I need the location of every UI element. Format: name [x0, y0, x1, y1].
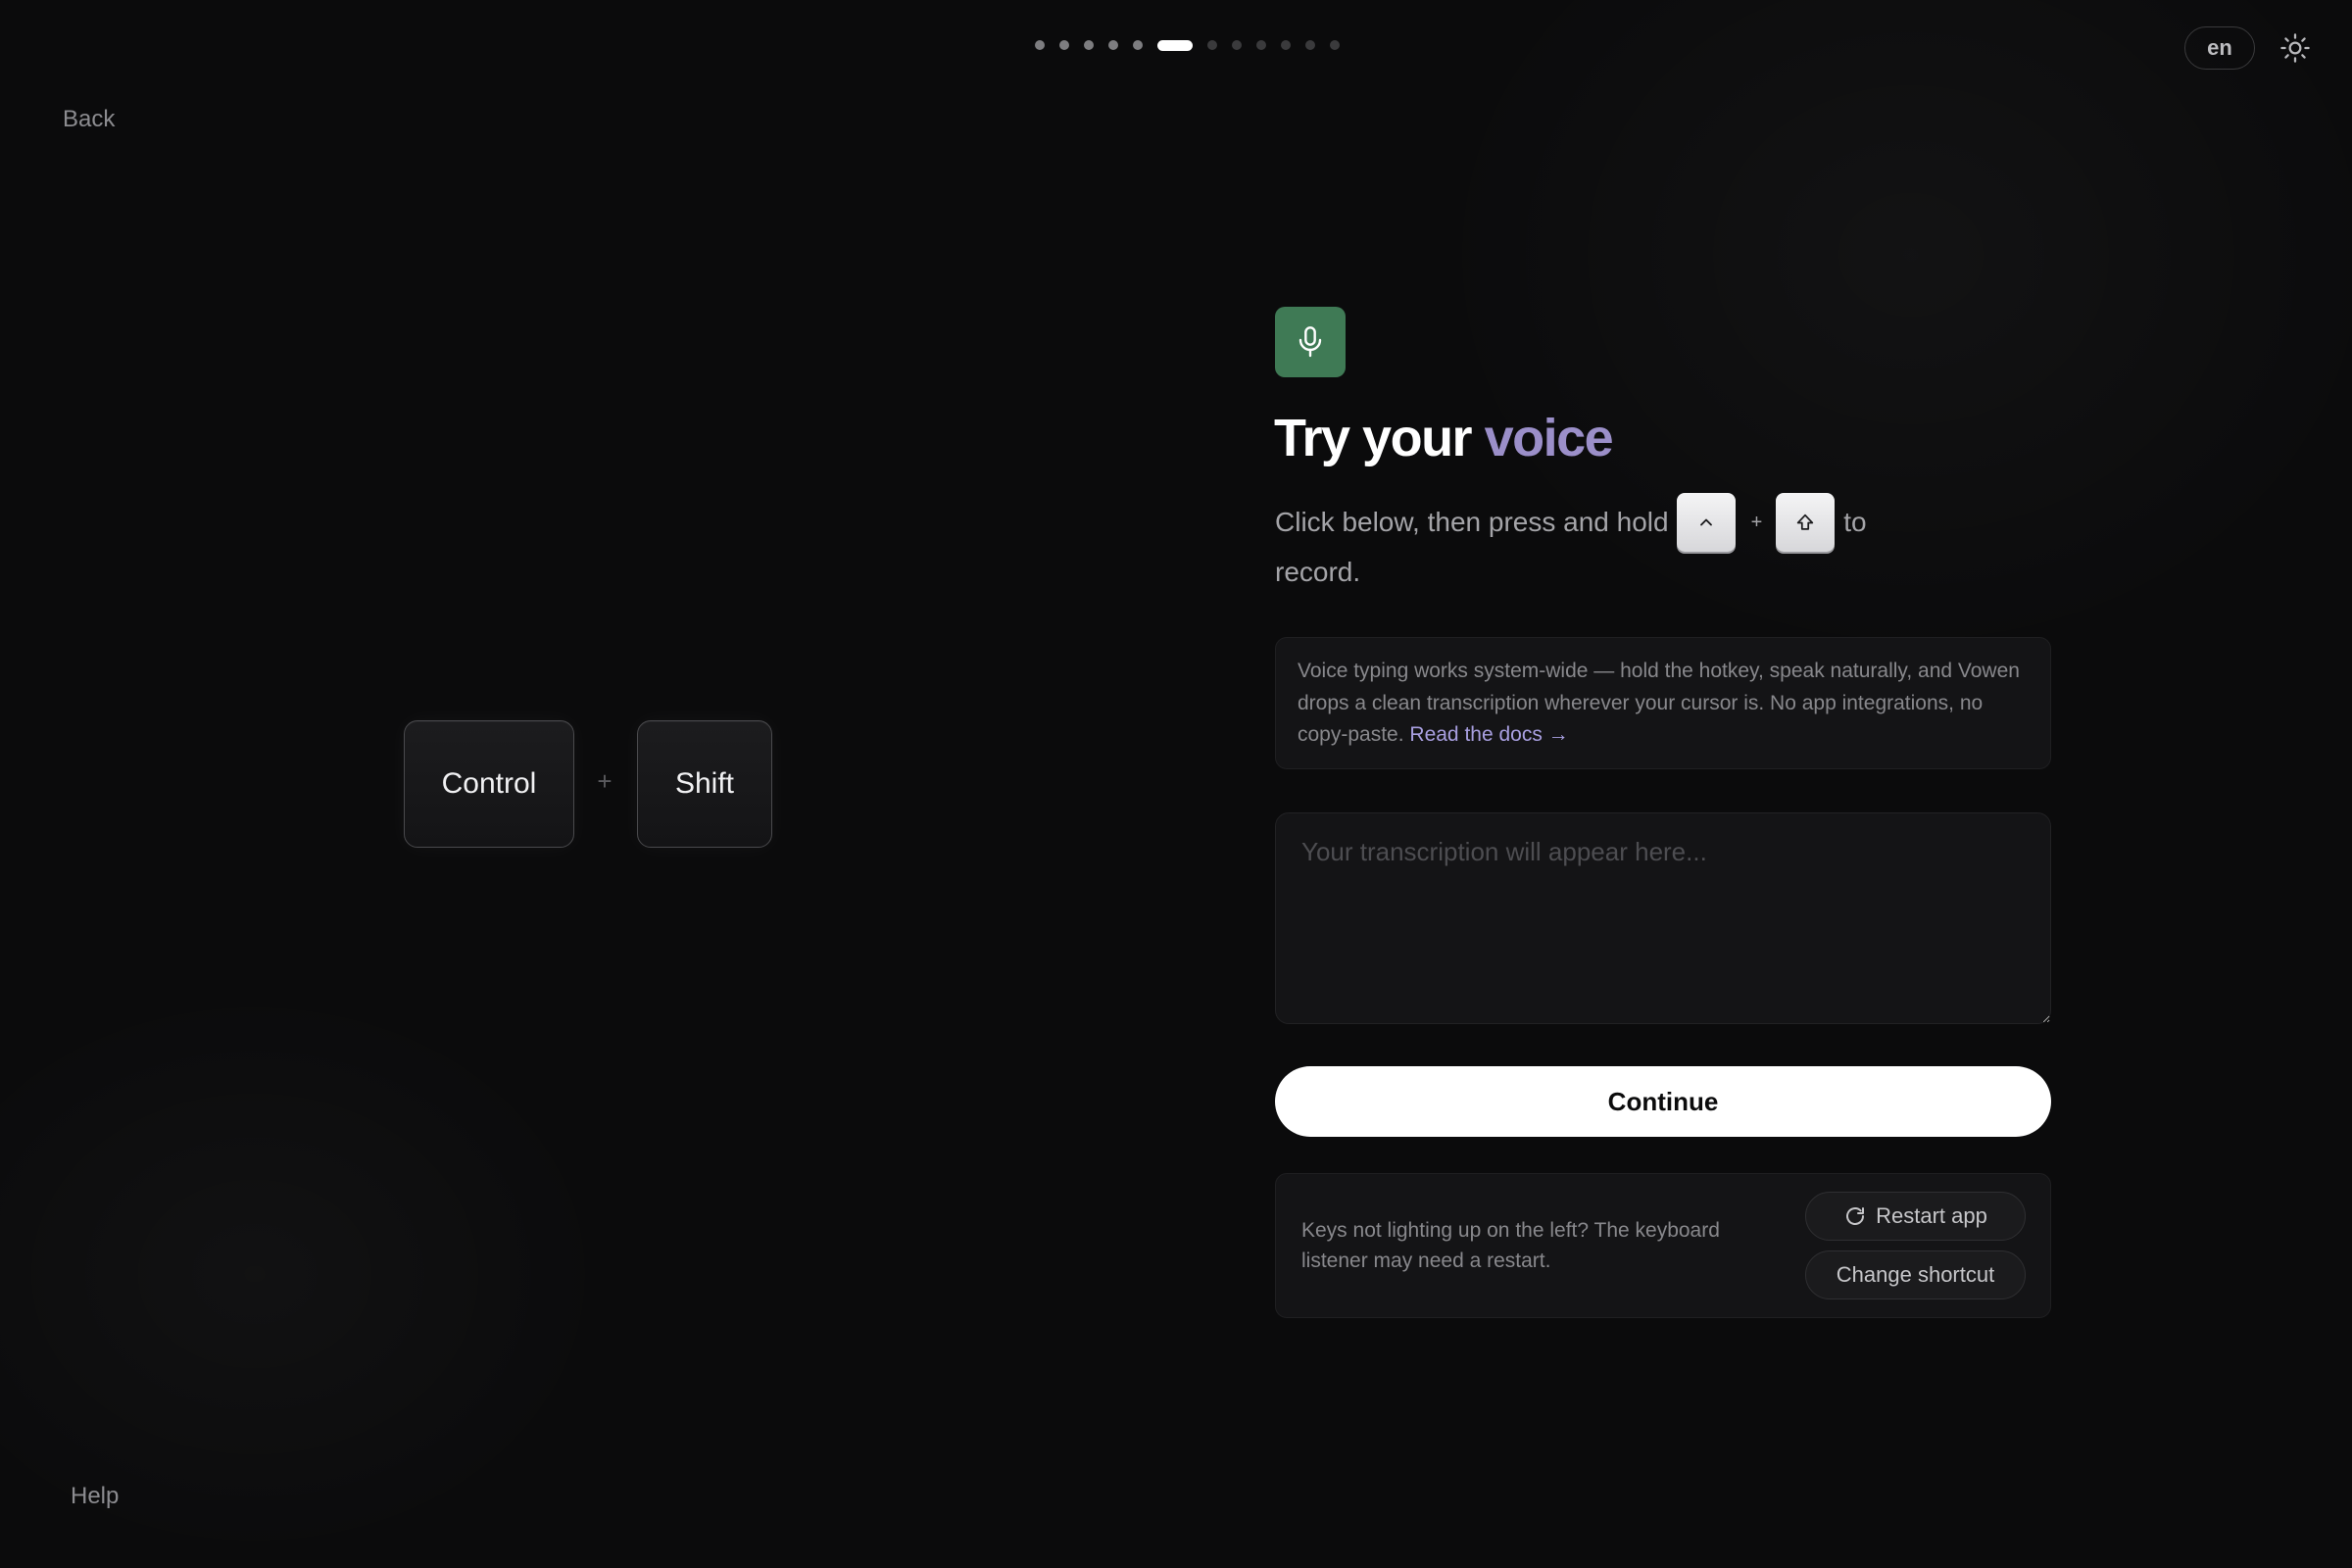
shift-keycap: Shift [637, 720, 772, 848]
control-key-badge [1676, 493, 1736, 552]
step-progress [1035, 38, 1340, 52]
step-dot [1207, 40, 1217, 50]
keycap-plus-sign: + [597, 766, 612, 796]
instruction-before: Click below, then press and hold [1275, 507, 1669, 537]
refresh-icon [1846, 1207, 1865, 1225]
step-dot [1035, 40, 1045, 50]
troubleshoot-panel: Keys not lighting up on the left? The ke… [1275, 1173, 2051, 1318]
help-link[interactable]: Help [71, 1483, 119, 1510]
instruction-to: to [1843, 507, 1867, 537]
continue-button[interactable]: Continue [1275, 1066, 2051, 1137]
info-callout: Voice typing works system-wide — hold th… [1275, 637, 2051, 769]
instruction-plus: + [1750, 512, 1763, 533]
step-dot [1232, 40, 1242, 50]
microphone-icon [1298, 326, 1322, 358]
step-dot-active [1157, 39, 1193, 51]
info-text: Voice typing works system-wide — hold th… [1298, 660, 2020, 746]
step-dot [1330, 40, 1340, 50]
sun-icon [2280, 33, 2310, 63]
instruction-text: Click below, then press and hold + to re… [1275, 493, 1902, 599]
step-dot [1133, 40, 1143, 50]
restart-app-label: Restart app [1876, 1203, 1987, 1228]
microphone-badge [1275, 307, 1346, 377]
instruction-after: record. [1275, 557, 1361, 587]
step-dot [1084, 40, 1094, 50]
caret-up-icon [1699, 518, 1712, 526]
theme-toggle-button[interactable] [2278, 31, 2312, 65]
language-selector[interactable]: en [2184, 26, 2255, 70]
step-dot [1059, 40, 1069, 50]
restart-app-button[interactable]: Restart app [1805, 1192, 2026, 1241]
transcription-textarea[interactable] [1275, 812, 2051, 1024]
back-link[interactable]: Back [63, 106, 115, 133]
page-title: Try your voice [1274, 409, 1614, 467]
step-dot [1108, 40, 1118, 50]
step-dot [1281, 40, 1291, 50]
change-shortcut-button[interactable]: Change shortcut [1805, 1250, 2026, 1299]
shift-key-badge [1776, 493, 1836, 552]
step-dot [1256, 40, 1266, 50]
read-docs-link[interactable]: Read the docs → [1409, 723, 1568, 746]
onboarding-page: en Back Help Control + Shift Try your vo… [0, 0, 2352, 1568]
step-dot [1305, 40, 1315, 50]
control-keycap: Control [404, 720, 574, 848]
title-prefix: Try your [1274, 409, 1473, 467]
troubleshoot-text: Keys not lighting up on the left? The ke… [1301, 1219, 1720, 1272]
shift-arrow-icon [1797, 514, 1814, 530]
title-accent: voice [1484, 409, 1614, 467]
